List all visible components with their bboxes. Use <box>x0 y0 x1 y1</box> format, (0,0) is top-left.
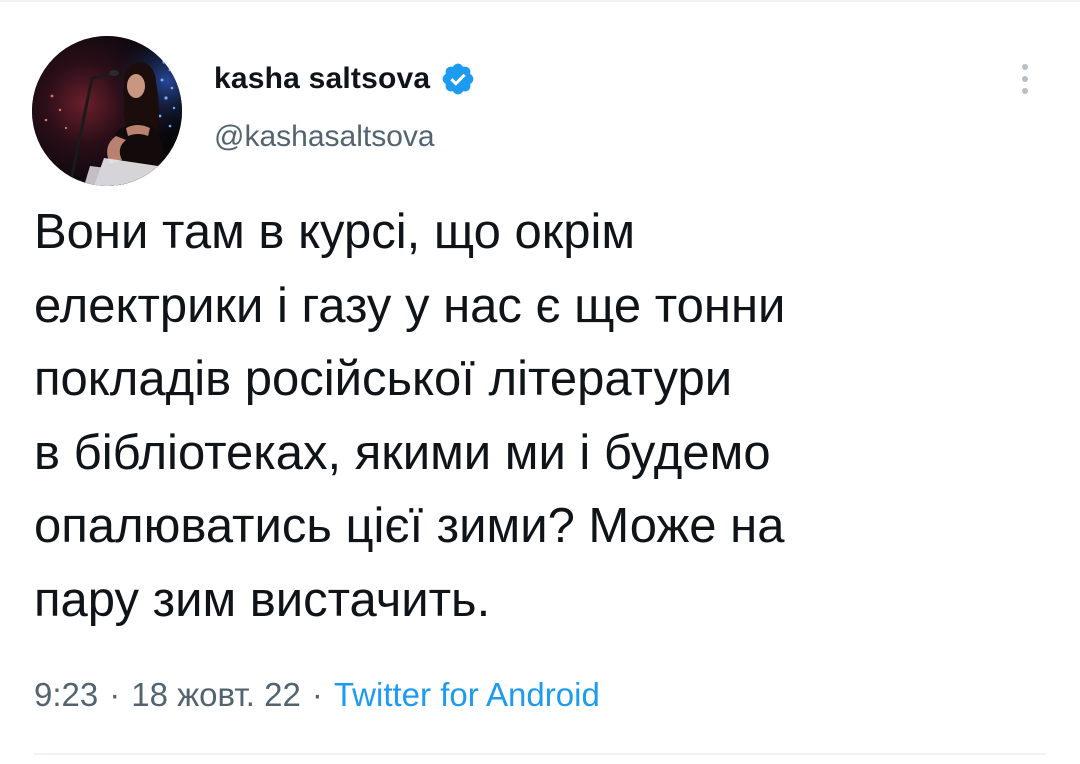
tweet-text: Вони там в курсі, що окрім електрики і г… <box>34 196 1044 637</box>
tweet-time[interactable]: 9:23 <box>34 676 98 714</box>
author-name-row[interactable]: kasha saltsova <box>214 54 476 104</box>
meta-separator: · <box>311 676 323 713</box>
profile-photo <box>32 36 182 186</box>
tweet-source-link[interactable]: Twitter for Android <box>334 676 600 714</box>
tweet-metadata: 9:23 · 18 жовт. 22 · Twitter for Android <box>34 676 600 714</box>
avatar[interactable] <box>32 36 182 186</box>
display-name[interactable]: kasha saltsova <box>214 62 430 96</box>
meta-separator: · <box>109 676 121 713</box>
bottom-divider <box>34 753 1046 755</box>
tweet-date[interactable]: 18 жовт. 22 <box>131 676 301 714</box>
author-handle[interactable]: @kashasaltsova <box>214 120 435 154</box>
more-vertical-icon[interactable] <box>1010 58 1040 102</box>
tweet-text-line: пару зим вистачить. <box>34 572 491 627</box>
tweet-text-line: в бібліотеках, якими ми і будемо <box>34 425 771 480</box>
tweet-text-line: електрики і газу у нас є ще тонни <box>34 278 786 333</box>
verified-badge-icon <box>440 61 476 97</box>
tweet-text-line: Вони там в курсі, що окрім <box>34 205 636 259</box>
top-divider <box>0 0 1080 2</box>
tweet-text-line: покладів російської літератури <box>34 352 733 406</box>
tweet-text-line: опалюватись цієї зими? Може на <box>34 499 785 553</box>
